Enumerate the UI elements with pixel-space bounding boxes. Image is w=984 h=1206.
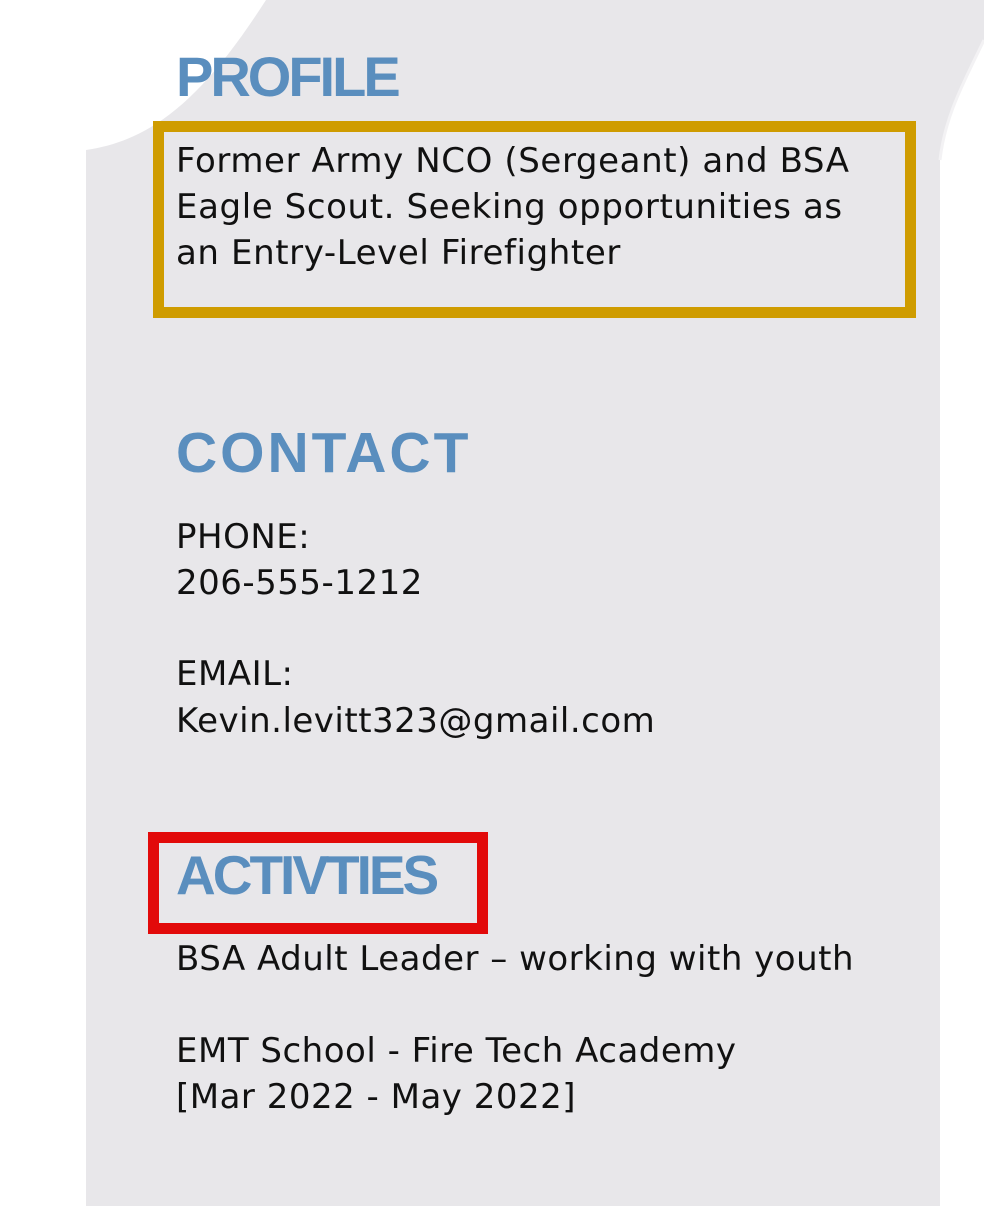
profile-summary: Former Army NCO (Sergeant) and BSA Eagle… xyxy=(176,138,850,276)
profile-summary-line: an Entry-Level Firefighter xyxy=(176,233,621,273)
profile-summary-line: Eagle Scout. Seeking opportunities as xyxy=(176,187,843,227)
profile-summary-line: Former Army NCO (Sergeant) and BSA xyxy=(176,141,850,181)
email-label: EMAIL: xyxy=(176,654,294,694)
activity-dates: [Mar 2022 - May 2022] xyxy=(176,1077,577,1117)
phone-value: 206-555-1212 xyxy=(176,563,423,603)
contact-heading: CONTACT xyxy=(176,421,472,485)
profile-heading: PROFILE xyxy=(176,45,401,108)
activities-heading: ACTIVTIES xyxy=(176,844,439,906)
phone-label: PHONE: xyxy=(176,517,311,557)
activity-item: BSA Adult Leader – working with youth xyxy=(176,939,855,979)
email-value: Kevin.levitt323@gmail.com xyxy=(176,701,656,741)
activity-item: EMT School - Fire Tech Academy xyxy=(176,1031,737,1071)
